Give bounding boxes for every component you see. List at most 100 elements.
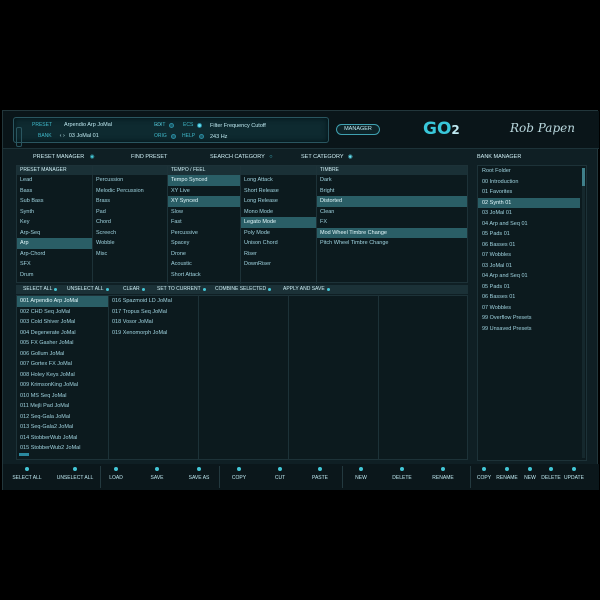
category-item-poly-mode[interactable]: Poly Mode — [241, 228, 316, 239]
ecs-led-icon[interactable] — [197, 122, 203, 128]
category-item-slow[interactable]: Slow — [168, 207, 240, 218]
category-item-xy-synced[interactable]: XY Synced — [168, 196, 240, 207]
preset-list-item[interactable]: 017 Tropus Seq JoMal — [109, 307, 198, 318]
edit-toggle[interactable]: EDIT — [154, 122, 175, 128]
bank-list-item[interactable]: 04 Arp and Seq 01 — [478, 271, 580, 282]
save-as-button[interactable]: SAVE AS — [179, 467, 219, 481]
clear-toolbar-button[interactable]: CLEAR — [116, 285, 150, 294]
bank-list-item[interactable]: 07 Wobbles — [478, 303, 580, 314]
help-toggle[interactable]: HELP — [182, 133, 205, 139]
category-item-unison-chord[interactable]: Unison Chord — [241, 238, 316, 249]
save-button[interactable]: SAVE — [137, 467, 177, 481]
preset-list-item[interactable]: 019 Xenomorph JoMal — [109, 328, 198, 339]
category-item-acoustic[interactable]: Acoustic — [168, 259, 240, 270]
display-side-tab[interactable] — [16, 127, 22, 147]
category-item-pitch-wheel-timbre-change[interactable]: Pitch Wheel Timbre Change — [317, 238, 467, 249]
category-item-chord[interactable]: Chord — [93, 217, 167, 228]
category-item-bass[interactable]: Bass — [17, 186, 92, 197]
category-item-distorted[interactable]: Distorted — [317, 196, 467, 207]
set-to-current-toolbar-button[interactable]: SET TO CURRENT — [150, 285, 208, 294]
set-category-heading[interactable]: SET CATEGORY ◉ — [301, 154, 353, 160]
category-item-fx[interactable]: FX — [317, 217, 467, 228]
category-item-spacey[interactable]: Spacey — [168, 238, 240, 249]
bank-list-item[interactable]: 05 Pads 01 — [478, 229, 580, 240]
bank-scrollbar-track[interactable] — [582, 168, 585, 458]
category-item-wobble[interactable]: Wobble — [93, 238, 167, 249]
category-item-mono-mode[interactable]: Mono Mode — [241, 207, 316, 218]
category-item-drone[interactable]: Drone — [168, 249, 240, 260]
bank-list-item[interactable]: 05 Pads 01 — [478, 282, 580, 293]
delete-button[interactable]: DELETE — [382, 467, 422, 481]
category-item-sfx[interactable]: SFX — [17, 259, 92, 270]
bank-list-item[interactable]: 06 Basses 01 — [478, 292, 580, 303]
copy-button[interactable]: COPY — [219, 467, 259, 481]
category-item-bright[interactable]: Bright — [317, 186, 467, 197]
orig-toggle[interactable]: ORIG — [154, 133, 176, 139]
category-item-xy-live[interactable]: XY Live — [168, 186, 240, 197]
preset-list-item[interactable]: 008 Holey Keys JoMal — [17, 370, 108, 381]
preset-name[interactable]: Arpendio Arp JoMal — [64, 122, 112, 128]
preset-list-item[interactable]: 003 Cold Shiver JoMal — [17, 317, 108, 328]
category-item-fast[interactable]: Fast — [168, 217, 240, 228]
unselect-all-button[interactable]: UNSELECT ALL — [55, 467, 95, 481]
preset-list-item[interactable]: 005 FX Gasher JoMal — [17, 338, 108, 349]
bank-name[interactable]: 03 JoMal 01 — [69, 133, 99, 139]
cut-button[interactable]: CUT — [260, 467, 300, 481]
bank-list-item[interactable]: 03 JoMal 01 — [478, 208, 580, 219]
bank-scrollbar-thumb[interactable] — [582, 168, 585, 186]
category-item-melodic-percussion[interactable]: Melodic Percussion — [93, 186, 167, 197]
help-led-icon[interactable] — [199, 133, 205, 139]
preset-list-item[interactable]: 010 MS Seq JoMal — [17, 391, 108, 402]
preset-list-item[interactable]: 016 Spazmoid LD JoMal — [109, 296, 198, 307]
category-item-percussive[interactable]: Percussive — [168, 228, 240, 239]
search-category-heading[interactable]: SEARCH CATEGORY ○ — [210, 154, 273, 160]
category-item-mod-wheel-timbre-change[interactable]: Mod Wheel Timbre Change — [317, 227, 467, 238]
category-item-brass[interactable]: Brass — [93, 196, 167, 207]
category-item-legato-mode[interactable]: Legato Mode — [241, 217, 316, 228]
category-item-screech[interactable]: Screech — [93, 228, 167, 239]
preset-list-item[interactable]: 009 KrimsonKing JoMal — [17, 380, 108, 391]
bank-list-item[interactable]: 06 Basses 01 — [478, 240, 580, 251]
preset-list-item[interactable]: 002 CHD Seq JoMal — [17, 307, 108, 318]
edit-led-icon[interactable] — [169, 122, 175, 128]
unselect-all-toolbar-button[interactable]: UNSELECT ALL — [60, 285, 116, 294]
category-item-long-release[interactable]: Long Release — [241, 196, 316, 207]
rename-button[interactable]: RENAME — [423, 467, 463, 481]
bank-list-item[interactable]: 99 Unsaved Presets — [478, 324, 580, 335]
select-all-button[interactable]: SELECT ALL — [7, 467, 47, 481]
select-all-toolbar-button[interactable]: SELECT ALL — [16, 285, 60, 294]
preset-list-item[interactable]: 004 Degenerate JoMal — [17, 328, 108, 339]
preset-manager-search-icon[interactable]: ◉ — [90, 154, 95, 160]
bank-list-item[interactable]: 00 Introduction — [478, 177, 580, 188]
bank-list-item[interactable]: Root Folder — [478, 166, 580, 177]
category-item-short-release[interactable]: Short Release — [241, 186, 316, 197]
find-preset-heading[interactable]: FIND PRESET — [131, 154, 167, 160]
orig-led-icon[interactable] — [170, 133, 176, 139]
category-item-pad[interactable]: Pad — [93, 207, 167, 218]
bank-list-item[interactable]: 07 Wobbles — [478, 250, 580, 261]
category-item-drum[interactable]: Drum — [17, 270, 92, 281]
category-item-lead[interactable]: Lead — [17, 175, 92, 186]
category-item-riser[interactable]: Riser — [241, 249, 316, 260]
paste-button[interactable]: PASTE — [300, 467, 340, 481]
category-item-downriser[interactable]: DownRiser — [241, 259, 316, 270]
apply-and-save-toolbar-button[interactable]: APPLY AND SAVE — [276, 285, 336, 294]
bank-arrows[interactable]: ‹ › — [60, 133, 65, 139]
bank-list-item[interactable]: 04 Arp and Seq 01 — [478, 219, 580, 230]
bank-row[interactable]: BANK ‹ › 03 JoMal 01 — [38, 133, 99, 139]
ecs-toggle[interactable]: ECS — [183, 122, 203, 128]
category-item-tempo-synced[interactable]: Tempo Synced — [168, 175, 240, 186]
category-item-sub-bass[interactable]: Sub Bass — [17, 196, 92, 207]
preset-list-item[interactable]: 018 Vosor JoMal — [109, 317, 198, 328]
preset-list-item[interactable]: 007 Gortex FX JoMal — [17, 359, 108, 370]
preset-list-item[interactable]: 015 StobberWub2 JoMal — [17, 443, 108, 454]
category-item-clean[interactable]: Clean — [317, 207, 467, 218]
preset-list-scrollbar[interactable] — [19, 453, 29, 456]
preset-list-item[interactable]: 001 Arpendio Arp JoMal — [17, 296, 108, 307]
category-item-long-attack[interactable]: Long Attack — [241, 175, 316, 186]
category-item-misc[interactable]: Misc — [93, 249, 167, 260]
manager-button[interactable]: MANAGER — [336, 124, 380, 135]
preset-list-item[interactable]: 012 Seq-Gala JoMal — [17, 412, 108, 423]
category-item-short-attack[interactable]: Short Attack — [168, 270, 240, 281]
new-button[interactable]: NEW — [341, 467, 381, 481]
